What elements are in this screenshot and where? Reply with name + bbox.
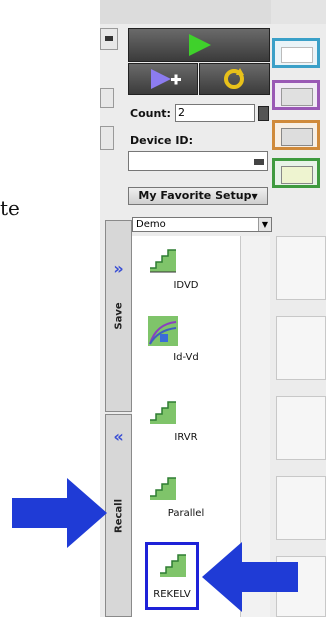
setup-select[interactable]: Demo ▼ [132, 217, 272, 232]
favorite-setup-label: My Favorite Setup [138, 189, 252, 202]
tile-chart[interactable] [272, 38, 320, 68]
tile-device[interactable] [272, 120, 320, 150]
list-item-label: REKELV [153, 589, 191, 600]
list-item-label: IRVR [174, 432, 198, 443]
list-item-label: Parallel [167, 508, 205, 519]
staircase-icon [148, 244, 178, 274]
staircase-icon [158, 549, 188, 579]
add-run-button[interactable] [128, 63, 198, 95]
list-item[interactable]: Id-Vd [132, 316, 240, 376]
chevron-left-icon: « [113, 427, 124, 446]
app-panel: Count: 2 Device ID: My Favorite Setup▼ D… [100, 0, 326, 617]
list-item[interactable]: IDVD [132, 244, 240, 304]
recall-tab-label: Recall [113, 498, 124, 533]
device-id-label: Device ID: [130, 134, 193, 147]
workspace-slot [276, 396, 326, 460]
favorite-setup-button[interactable]: My Favorite Setup▼ [128, 187, 268, 205]
keyboard-icon [105, 36, 113, 41]
run-button[interactable] [128, 28, 270, 62]
left-field-stub [100, 126, 114, 150]
arrow-left-icon [202, 542, 298, 612]
chevron-down-icon[interactable]: ▼ [258, 218, 271, 231]
list-item-label: IDVD [173, 280, 199, 291]
chevron-down-icon: ▼ [251, 192, 258, 201]
list-item[interactable]: IRVR [132, 396, 240, 456]
play-add-icon [151, 69, 181, 89]
left-panel-stub [100, 28, 118, 50]
workspace-slot [276, 476, 326, 540]
left-field-stub [100, 88, 114, 108]
workspace-slot [276, 316, 326, 380]
tile-matrix[interactable] [272, 158, 320, 188]
list-item-label: Id-Vd [173, 352, 199, 363]
save-tab-label: Save [113, 302, 124, 330]
top-right-slot [271, 0, 326, 24]
list-item-selected[interactable]: REKELV [145, 542, 199, 610]
background-text: te [0, 196, 20, 220]
list-item[interactable]: Parallel [132, 472, 240, 532]
workspace-slot [276, 236, 326, 300]
device-id-field[interactable] [128, 151, 268, 171]
count-label: Count: [130, 107, 171, 120]
setup-select-value: Demo [136, 219, 166, 230]
arrow-right-icon [12, 478, 107, 548]
save-tab[interactable]: » Save [105, 220, 132, 412]
keyboard-icon[interactable] [254, 159, 264, 165]
tile-tools[interactable] [272, 80, 320, 110]
refresh-icon [224, 68, 244, 89]
count-field[interactable]: 2 [175, 104, 255, 122]
staircase-icon [148, 472, 178, 502]
recall-tab[interactable]: « Recall [105, 414, 132, 617]
calculator-icon[interactable] [258, 106, 269, 121]
play-icon [189, 34, 211, 56]
repeat-button[interactable] [199, 63, 270, 95]
curve-plot-icon [148, 316, 178, 346]
chevron-right-icon: » [113, 259, 124, 278]
staircase-icon [148, 396, 178, 426]
